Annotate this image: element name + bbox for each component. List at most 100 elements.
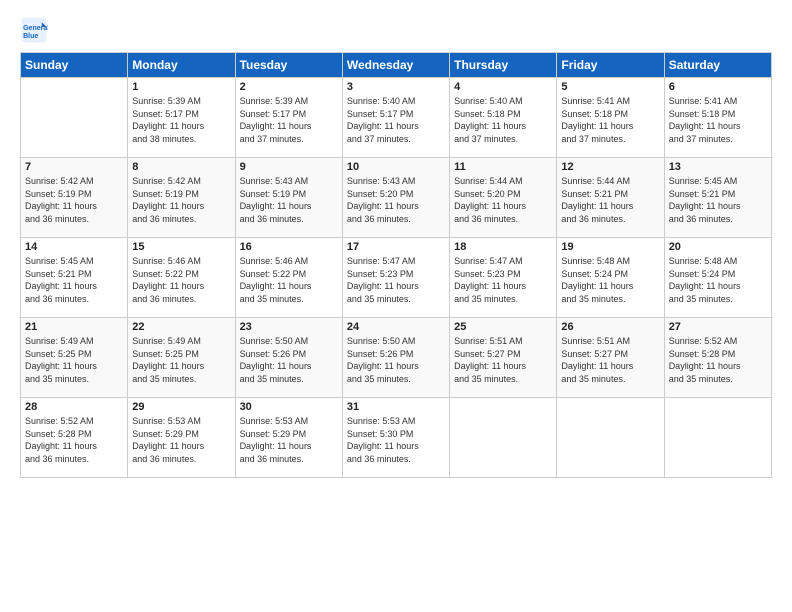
day-info: Sunrise: 5:52 AM Sunset: 5:28 PM Dayligh… — [25, 415, 123, 465]
calendar-day-cell: 4Sunrise: 5:40 AM Sunset: 5:18 PM Daylig… — [450, 78, 557, 158]
calendar-day-cell: 15 Sunrise: 5:46 AM Sunset: 5:22 PM Dayli… — [128, 238, 235, 318]
day-info: Sunrise: 5:43 AM Sunset: 5:20 PM Dayligh… — [347, 175, 445, 225]
calendar-day-cell — [664, 398, 771, 478]
calendar-day-cell: 7Sunrise: 5:42 AM Sunset: 5:19 PM Daylig… — [21, 158, 128, 238]
svg-text:Blue: Blue — [23, 33, 38, 40]
day-info: Sunrise: 5:50 AM Sunset: 5:26 PM Dayligh… — [347, 335, 445, 385]
calendar-body: 1 Sunrise: 5:39 AM Sunset: 5:17 PM Daylig… — [21, 78, 772, 478]
day-number: 14 — [25, 241, 123, 253]
day-number: 11 — [454, 161, 552, 173]
calendar-header-cell: Sunday — [21, 53, 128, 78]
calendar-header-cell: Thursday — [450, 53, 557, 78]
day-number: 24 — [347, 321, 445, 333]
day-info: Sunrise: 5:42 AM Sunset: 5:19 PM Dayligh… — [25, 175, 123, 225]
calendar-day-cell — [450, 398, 557, 478]
calendar-day-cell: 29 Sunrise: 5:53 AM Sunset: 5:29 PM Dayli… — [128, 398, 235, 478]
day-info: Sunrise: 5:50 AM Sunset: 5:26 PM Dayligh… — [240, 335, 338, 385]
day-number: 2 — [240, 81, 338, 93]
day-info: Sunrise: 5:40 AM Sunset: 5:17 PM Dayligh… — [347, 95, 445, 145]
calendar-day-cell: 18 Sunrise: 5:47 AM Sunset: 5:23 PM Dayli… — [450, 238, 557, 318]
day-number: 25 — [454, 321, 552, 333]
day-info: Sunrise: 5:45 AM Sunset: 5:21 PM Dayligh… — [669, 175, 767, 225]
calendar-day-cell: 31 Sunrise: 5:53 AM Sunset: 5:30 PM Dayli… — [342, 398, 449, 478]
calendar-day-cell: 11Sunrise: 5:44 AM Sunset: 5:20 PM Dayli… — [450, 158, 557, 238]
calendar-day-cell: 27 Sunrise: 5:52 AM Sunset: 5:28 PM Dayli… — [664, 318, 771, 398]
day-info: Sunrise: 5:46 AM Sunset: 5:22 PM Dayligh… — [132, 255, 230, 305]
calendar-day-cell — [557, 398, 664, 478]
day-info: Sunrise: 5:51 AM Sunset: 5:27 PM Dayligh… — [454, 335, 552, 385]
calendar-header-row: SundayMondayTuesdayWednesdayThursdayFrid… — [21, 53, 772, 78]
day-number: 28 — [25, 401, 123, 413]
day-number: 8 — [132, 161, 230, 173]
day-info: Sunrise: 5:48 AM Sunset: 5:24 PM Dayligh… — [561, 255, 659, 305]
day-info: Sunrise: 5:41 AM Sunset: 5:18 PM Dayligh… — [669, 95, 767, 145]
day-number: 18 — [454, 241, 552, 253]
day-number: 1 — [132, 81, 230, 93]
day-number: 9 — [240, 161, 338, 173]
day-info: Sunrise: 5:44 AM Sunset: 5:21 PM Dayligh… — [561, 175, 659, 225]
day-number: 3 — [347, 81, 445, 93]
day-info: Sunrise: 5:51 AM Sunset: 5:27 PM Dayligh… — [561, 335, 659, 385]
calendar-header-cell: Friday — [557, 53, 664, 78]
calendar-day-cell: 21Sunrise: 5:49 AM Sunset: 5:25 PM Dayli… — [21, 318, 128, 398]
calendar-day-cell: 16 Sunrise: 5:46 AM Sunset: 5:22 PM Dayli… — [235, 238, 342, 318]
calendar-day-cell: 13 Sunrise: 5:45 AM Sunset: 5:21 PM Dayli… — [664, 158, 771, 238]
calendar-day-cell: 19 Sunrise: 5:48 AM Sunset: 5:24 PM Dayli… — [557, 238, 664, 318]
day-info: Sunrise: 5:49 AM Sunset: 5:25 PM Dayligh… — [25, 335, 123, 385]
calendar-day-cell: 30 Sunrise: 5:53 AM Sunset: 5:29 PM Dayli… — [235, 398, 342, 478]
calendar-day-cell: 12 Sunrise: 5:44 AM Sunset: 5:21 PM Dayli… — [557, 158, 664, 238]
day-number: 20 — [669, 241, 767, 253]
calendar-day-cell: 17 Sunrise: 5:47 AM Sunset: 5:23 PM Dayli… — [342, 238, 449, 318]
day-number: 5 — [561, 81, 659, 93]
day-info: Sunrise: 5:47 AM Sunset: 5:23 PM Dayligh… — [454, 255, 552, 305]
logo: General Blue — [20, 16, 52, 44]
day-info: Sunrise: 5:53 AM Sunset: 5:30 PM Dayligh… — [347, 415, 445, 465]
calendar-day-cell: 3 Sunrise: 5:40 AM Sunset: 5:17 PM Daylig… — [342, 78, 449, 158]
day-number: 10 — [347, 161, 445, 173]
calendar-week-row: 7Sunrise: 5:42 AM Sunset: 5:19 PM Daylig… — [21, 158, 772, 238]
calendar-day-cell: 1 Sunrise: 5:39 AM Sunset: 5:17 PM Daylig… — [128, 78, 235, 158]
calendar-day-cell — [21, 78, 128, 158]
day-info: Sunrise: 5:47 AM Sunset: 5:23 PM Dayligh… — [347, 255, 445, 305]
day-number: 31 — [347, 401, 445, 413]
calendar-day-cell: 25 Sunrise: 5:51 AM Sunset: 5:27 PM Dayli… — [450, 318, 557, 398]
day-info: Sunrise: 5:48 AM Sunset: 5:24 PM Dayligh… — [669, 255, 767, 305]
day-number: 16 — [240, 241, 338, 253]
calendar-day-cell: 5Sunrise: 5:41 AM Sunset: 5:18 PM Daylig… — [557, 78, 664, 158]
day-number: 15 — [132, 241, 230, 253]
calendar-week-row: 21Sunrise: 5:49 AM Sunset: 5:25 PM Dayli… — [21, 318, 772, 398]
calendar-day-cell: 24 Sunrise: 5:50 AM Sunset: 5:26 PM Dayli… — [342, 318, 449, 398]
calendar-header-cell: Wednesday — [342, 53, 449, 78]
day-number: 29 — [132, 401, 230, 413]
logo-icon: General Blue — [20, 16, 48, 44]
calendar-day-cell: 20 Sunrise: 5:48 AM Sunset: 5:24 PM Dayli… — [664, 238, 771, 318]
day-number: 17 — [347, 241, 445, 253]
day-number: 6 — [669, 81, 767, 93]
day-info: Sunrise: 5:49 AM Sunset: 5:25 PM Dayligh… — [132, 335, 230, 385]
day-info: Sunrise: 5:53 AM Sunset: 5:29 PM Dayligh… — [240, 415, 338, 465]
day-info: Sunrise: 5:46 AM Sunset: 5:22 PM Dayligh… — [240, 255, 338, 305]
day-info: Sunrise: 5:53 AM Sunset: 5:29 PM Dayligh… — [132, 415, 230, 465]
day-info: Sunrise: 5:43 AM Sunset: 5:19 PM Dayligh… — [240, 175, 338, 225]
day-number: 27 — [669, 321, 767, 333]
calendar-week-row: 1 Sunrise: 5:39 AM Sunset: 5:17 PM Daylig… — [21, 78, 772, 158]
calendar-day-cell: 6 Sunrise: 5:41 AM Sunset: 5:18 PM Daylig… — [664, 78, 771, 158]
calendar-header-cell: Monday — [128, 53, 235, 78]
day-number: 26 — [561, 321, 659, 333]
calendar-day-cell: 23Sunrise: 5:50 AM Sunset: 5:26 PM Dayli… — [235, 318, 342, 398]
calendar-week-row: 14Sunrise: 5:45 AM Sunset: 5:21 PM Dayli… — [21, 238, 772, 318]
day-info: Sunrise: 5:52 AM Sunset: 5:28 PM Dayligh… — [669, 335, 767, 385]
day-number: 30 — [240, 401, 338, 413]
day-number: 13 — [669, 161, 767, 173]
day-number: 12 — [561, 161, 659, 173]
day-number: 4 — [454, 81, 552, 93]
calendar-day-cell: 2Sunrise: 5:39 AM Sunset: 5:17 PM Daylig… — [235, 78, 342, 158]
day-number: 19 — [561, 241, 659, 253]
day-info: Sunrise: 5:39 AM Sunset: 5:17 PM Dayligh… — [132, 95, 230, 145]
calendar-day-cell: 9 Sunrise: 5:43 AM Sunset: 5:19 PM Daylig… — [235, 158, 342, 238]
page: General Blue SundayMondayTuesdayWednesda… — [0, 0, 792, 488]
day-number: 22 — [132, 321, 230, 333]
calendar-day-cell: 10 Sunrise: 5:43 AM Sunset: 5:20 PM Dayli… — [342, 158, 449, 238]
calendar-day-cell: 8Sunrise: 5:42 AM Sunset: 5:19 PM Daylig… — [128, 158, 235, 238]
calendar-day-cell: 14Sunrise: 5:45 AM Sunset: 5:21 PM Dayli… — [21, 238, 128, 318]
